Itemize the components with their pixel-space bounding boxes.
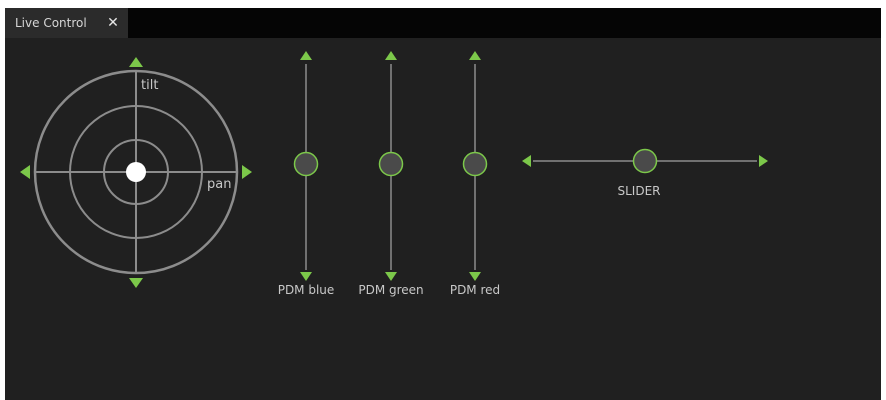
tab-bar: Live Control ✕ (5, 8, 881, 38)
fader-pdm-red[interactable]: PDM red (450, 51, 500, 297)
tab-label: Live Control (15, 16, 87, 30)
live-control-window: Live Control ✕ tilt pan PDM blue PDM gre… (0, 0, 886, 400)
fader-down-arrow-icon[interactable] (300, 272, 312, 281)
tilt-axis-label: tilt (141, 78, 158, 93)
slider-label: SLIDER (617, 184, 660, 198)
horizontal-slider[interactable]: SLIDER (522, 148, 768, 199)
pan-tilt-pad[interactable]: tilt pan (20, 57, 252, 288)
controls-canvas: tilt pan PDM blue PDM green PDM red SLID… (20, 51, 768, 297)
fader-label: PDM green (358, 283, 423, 297)
slider-left-arrow-icon[interactable] (522, 155, 531, 167)
slider-right-arrow-icon[interactable] (759, 155, 768, 167)
pad-up-arrow-icon[interactable] (129, 57, 143, 67)
close-icon[interactable]: ✕ (105, 8, 121, 38)
fader-knob[interactable] (293, 151, 319, 177)
slider-knob[interactable] (632, 148, 658, 174)
tab-live-control[interactable]: Live Control ✕ (5, 8, 128, 38)
pad-right-arrow-icon[interactable] (242, 165, 252, 179)
fader-pdm-blue[interactable]: PDM blue (278, 51, 335, 297)
fader-down-arrow-icon[interactable] (469, 272, 481, 281)
fader-up-arrow-icon[interactable] (385, 51, 397, 60)
fader-down-arrow-icon[interactable] (385, 272, 397, 281)
fader-up-arrow-icon[interactable] (300, 51, 312, 60)
fader-up-arrow-icon[interactable] (469, 51, 481, 60)
live-control-panel: tilt pan PDM blue PDM green PDM red SLID… (5, 38, 881, 400)
pad-down-arrow-icon[interactable] (129, 278, 143, 288)
fader-knob[interactable] (462, 151, 488, 177)
fader-knob[interactable] (378, 151, 404, 177)
pad-left-arrow-icon[interactable] (20, 165, 30, 179)
pad-position-dot[interactable] (126, 162, 146, 182)
pan-axis-label: pan (207, 177, 231, 192)
fader-label: PDM red (450, 283, 500, 297)
fader-pdm-green[interactable]: PDM green (358, 51, 424, 297)
fader-label: PDM blue (278, 283, 335, 297)
